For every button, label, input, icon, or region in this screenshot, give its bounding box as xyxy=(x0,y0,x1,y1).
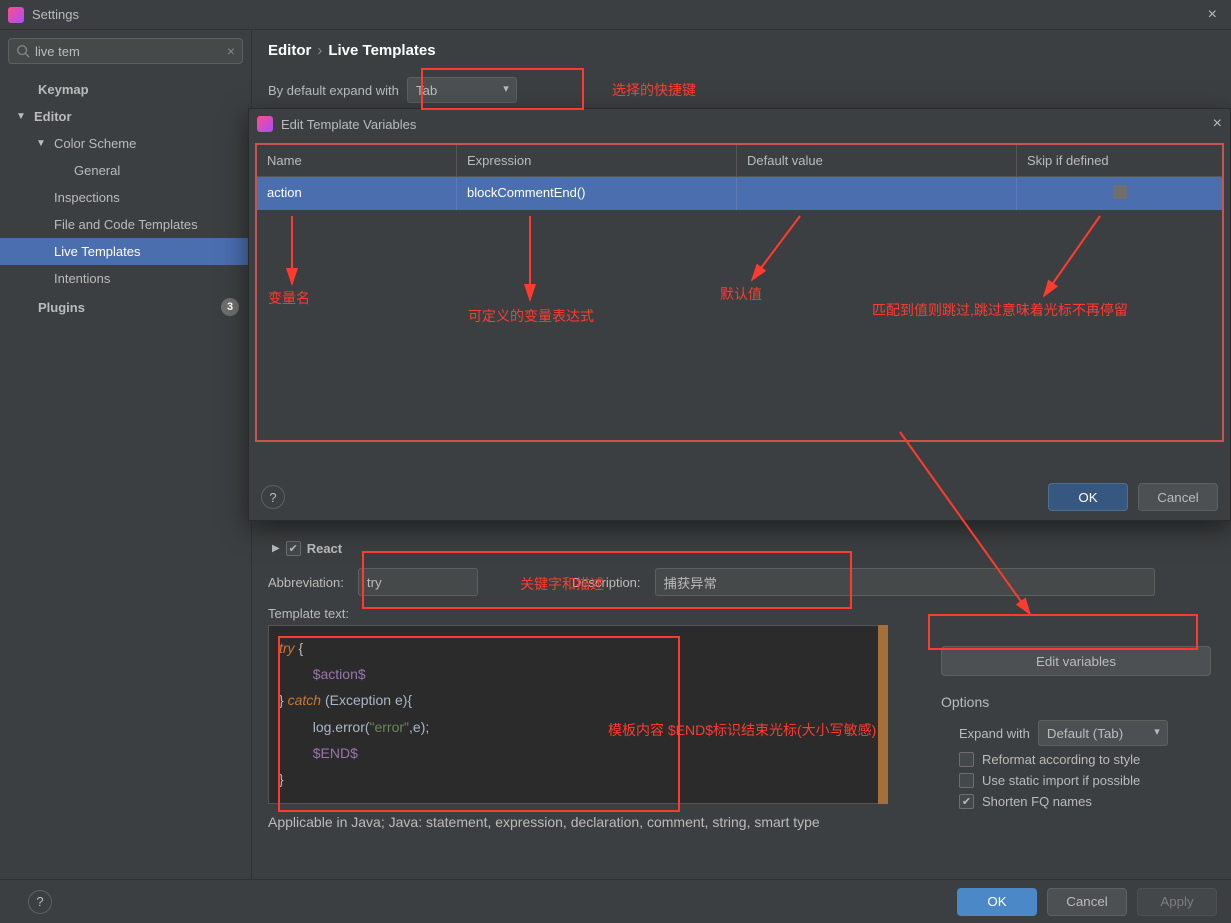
caret-down-icon: ▼ xyxy=(16,111,26,122)
tree-inspections[interactable]: Inspections xyxy=(0,184,251,211)
settings-sidebar: × Keymap ▼Editor ▼Color Scheme General I… xyxy=(0,30,252,879)
plugins-badge: 3 xyxy=(221,298,239,316)
expand-default-select[interactable]: Tab xyxy=(407,77,517,103)
app-logo-icon xyxy=(8,7,24,23)
table-row[interactable]: action blockCommentEnd() xyxy=(257,177,1222,210)
skip-checkbox[interactable] xyxy=(1113,185,1127,199)
modal-titlebar: Edit Template Variables × xyxy=(249,109,1230,139)
col-default: Default value xyxy=(737,145,1017,176)
modal-cancel-button[interactable]: Cancel xyxy=(1138,483,1218,511)
applicable-context: Applicable in Java; Java: statement, exp… xyxy=(268,814,1215,830)
settings-tree: Keymap ▼Editor ▼Color Scheme General Ins… xyxy=(0,72,251,326)
reformat-row[interactable]: Reformat according to style xyxy=(959,752,1211,767)
search-icon xyxy=(16,44,30,58)
cancel-button[interactable]: Cancel xyxy=(1047,888,1127,916)
tree-general[interactable]: General xyxy=(0,157,251,184)
editor-scrollbar[interactable] xyxy=(878,625,888,804)
tree-editor[interactable]: ▼Editor xyxy=(0,103,251,130)
template-text-label: Template text: xyxy=(268,606,1215,621)
window-close-icon[interactable]: × xyxy=(1202,6,1223,24)
variables-table: Name Expression Default value Skip if de… xyxy=(255,143,1224,442)
app-logo-icon xyxy=(257,116,273,132)
reformat-checkbox[interactable] xyxy=(959,752,974,767)
expand-default-label: By default expand with xyxy=(268,83,399,98)
edit-variables-button[interactable]: Edit variables xyxy=(941,646,1211,676)
modal-close-icon[interactable]: × xyxy=(1213,115,1222,133)
expand-with-select[interactable]: Default (Tab) xyxy=(1038,720,1168,746)
shorten-fq-row[interactable]: Shorten FQ names xyxy=(959,794,1211,809)
static-import-checkbox[interactable] xyxy=(959,773,974,788)
static-import-row[interactable]: Use static import if possible xyxy=(959,773,1211,788)
window-titlebar: Settings × xyxy=(0,0,1231,30)
tree-file-code-templates[interactable]: File and Code Templates xyxy=(0,211,251,238)
window-title: Settings xyxy=(32,7,1202,22)
edit-template-variables-dialog: Edit Template Variables × Name Expressio… xyxy=(248,108,1231,521)
tree-intentions[interactable]: Intentions xyxy=(0,265,251,292)
table-header: Name Expression Default value Skip if de… xyxy=(257,145,1222,177)
tree-plugins[interactable]: Plugins3 xyxy=(0,292,251,322)
cell-skip[interactable] xyxy=(1017,177,1222,210)
react-checkbox[interactable] xyxy=(286,541,301,556)
apply-button[interactable]: Apply xyxy=(1137,888,1217,916)
modal-title: Edit Template Variables xyxy=(281,117,416,132)
clear-search-icon[interactable]: × xyxy=(227,43,235,59)
abbreviation-label: Abbreviation: xyxy=(268,575,344,590)
tree-live-templates[interactable]: Live Templates xyxy=(0,238,251,265)
cell-default[interactable] xyxy=(737,177,1017,210)
options-panel: Options Expand with Default (Tab) Reform… xyxy=(941,694,1211,815)
expand-with-row: Expand with Default (Tab) xyxy=(959,720,1211,746)
template-group-react[interactable]: ▶ React xyxy=(272,541,1215,556)
caret-right-icon: ▶ xyxy=(272,543,280,554)
cell-name[interactable]: action xyxy=(257,177,457,210)
tree-color-scheme[interactable]: ▼Color Scheme xyxy=(0,130,251,157)
description-input[interactable] xyxy=(655,568,1155,596)
dialog-footer: ? OK Cancel Apply xyxy=(0,879,1231,923)
options-title: Options xyxy=(941,694,1211,710)
template-text-editor[interactable]: try { $action$ } catch (Exception e){ lo… xyxy=(268,625,888,804)
col-name: Name xyxy=(257,145,457,176)
modal-ok-button[interactable]: OK xyxy=(1048,483,1128,511)
expand-default-row: By default expand with Tab xyxy=(268,77,1215,103)
cell-expression[interactable]: blockCommentEnd() xyxy=(457,177,737,210)
caret-down-icon: ▼ xyxy=(36,138,46,149)
tree-keymap[interactable]: Keymap xyxy=(0,76,251,103)
description-label: Description: xyxy=(572,575,641,590)
breadcrumb: Editor›Live Templates xyxy=(268,42,1215,59)
modal-help-icon[interactable]: ? xyxy=(261,485,285,509)
help-icon[interactable]: ? xyxy=(28,890,52,914)
search-input[interactable] xyxy=(8,38,243,64)
table-empty-area xyxy=(257,210,1222,440)
abbrev-desc-row: Abbreviation: Description: xyxy=(268,568,1215,596)
col-skip: Skip if defined xyxy=(1017,145,1222,176)
shorten-fq-checkbox[interactable] xyxy=(959,794,974,809)
modal-footer: ? OK Cancel xyxy=(249,474,1230,520)
settings-search: × xyxy=(8,38,243,64)
ok-button[interactable]: OK xyxy=(957,888,1037,916)
col-expression: Expression xyxy=(457,145,737,176)
abbreviation-input[interactable] xyxy=(358,568,478,596)
